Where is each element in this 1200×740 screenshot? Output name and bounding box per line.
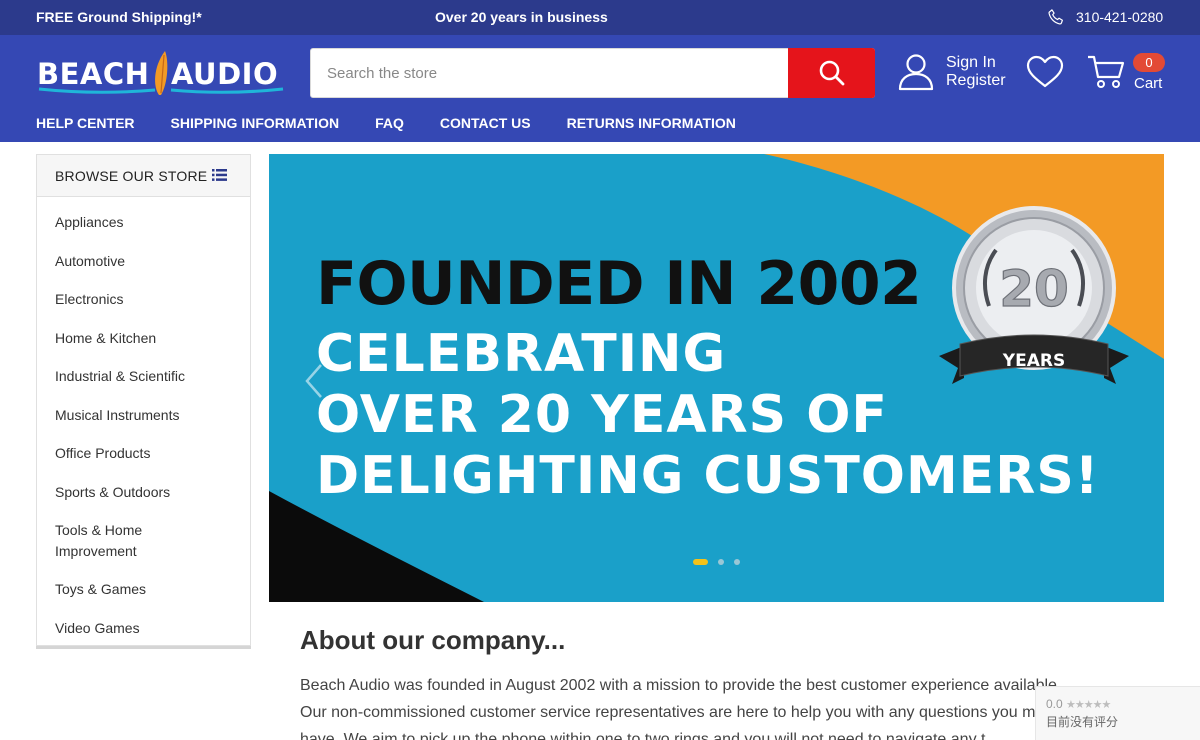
about-line: Our non-commissioned customer service re…	[300, 704, 1053, 721]
category-list: Appliances Automotive Electronics Home &…	[37, 197, 250, 647]
carousel-dot-2[interactable]	[718, 559, 724, 565]
rating-widget[interactable]: 0.0 ★★★★★ 目前没有评分	[1035, 686, 1200, 740]
category-sidebar: BROWSE OUR STORE Appliances Automotive E…	[36, 154, 251, 646]
search-button[interactable]	[788, 48, 875, 98]
beach-audio-logo[interactable]: BEACH AUDIO	[37, 49, 287, 97]
category-toys-games[interactable]: Toys & Games	[37, 570, 250, 609]
category-video-games[interactable]: Video Games	[37, 609, 250, 648]
category-appliances[interactable]: Appliances	[37, 203, 250, 242]
hero-carousel[interactable]: FOUNDED IN 2002 CELEBRATING OVER 20 YEAR…	[269, 154, 1164, 602]
years-in-business-text: Over 20 years in business	[435, 9, 608, 25]
wishlist-button[interactable]	[1026, 55, 1064, 89]
list-icon	[212, 169, 227, 181]
cart-count-badge: 0	[1133, 53, 1165, 72]
cart-icon	[1088, 55, 1125, 88]
sign-in-link[interactable]: Sign In	[946, 54, 1006, 72]
svg-text:AUDIO: AUDIO	[171, 57, 278, 91]
nav-faq[interactable]: FAQ	[375, 115, 404, 131]
phone-number: 310-421-0280	[1076, 9, 1164, 25]
search-box	[310, 48, 875, 98]
cart-button[interactable]: 0 Cart	[1087, 52, 1167, 94]
anniversary-badge: 20 YEARS	[939, 206, 1129, 384]
category-home-kitchen[interactable]: Home & Kitchen	[37, 319, 250, 358]
badge-number: 20	[999, 260, 1069, 318]
user-icon	[898, 54, 934, 91]
top-announcement-bar: FREE Ground Shipping!* Over 20 years in …	[0, 0, 1200, 35]
sidebar-title: BROWSE OUR STORE	[55, 168, 208, 184]
category-office-products[interactable]: Office Products	[37, 434, 250, 473]
svg-text:BEACH: BEACH	[37, 57, 149, 91]
sidebar-header[interactable]: BROWSE OUR STORE	[37, 155, 250, 197]
nav-shipping-information[interactable]: SHIPPING INFORMATION	[171, 115, 340, 131]
free-shipping-text: FREE Ground Shipping!*	[36, 9, 202, 25]
category-sports-outdoors[interactable]: Sports & Outdoors	[37, 473, 250, 512]
category-automotive[interactable]: Automotive	[37, 242, 250, 281]
hero-line-2: OVER 20 YEARS OF	[316, 385, 888, 445]
category-tools-home-improvement[interactable]: Tools & Home Improvement	[37, 511, 187, 570]
carousel-dots	[693, 559, 750, 565]
nav-returns-information[interactable]: RETURNS INFORMATION	[567, 115, 736, 131]
account-link[interactable]: Sign In Register	[898, 53, 1006, 91]
rating-stars-icon: ★★★★★	[1066, 699, 1111, 711]
carousel-dot-3[interactable]	[734, 559, 740, 565]
hero-line-1: CELEBRATING	[316, 324, 727, 384]
site-header: BEACH AUDIO Sign In Register	[0, 35, 1200, 142]
cart-label: Cart	[1134, 75, 1163, 92]
carousel-dot-1[interactable]	[693, 559, 708, 565]
category-musical-instruments[interactable]: Musical Instruments	[37, 396, 250, 435]
heart-icon	[1026, 55, 1064, 88]
phone-icon	[1048, 9, 1063, 25]
search-icon	[819, 60, 844, 86]
badge-label: YEARS	[1002, 351, 1065, 371]
nav-contact-us[interactable]: CONTACT US	[440, 115, 531, 131]
search-input[interactable]	[311, 49, 789, 97]
rating-message: 目前没有评分	[1046, 715, 1119, 729]
rating-score: 0.0	[1046, 697, 1063, 711]
about-line: Beach Audio was founded in August 2002 w…	[300, 677, 1062, 694]
register-link[interactable]: Register	[946, 72, 1006, 90]
nav-help-center[interactable]: HELP CENTER	[36, 115, 135, 131]
category-electronics[interactable]: Electronics	[37, 280, 250, 319]
hero-headline: FOUNDED IN 2002	[316, 249, 922, 319]
main-navigation: HELP CENTER SHIPPING INFORMATION FAQ CON…	[36, 115, 772, 131]
about-heading: About our company...	[300, 625, 566, 655]
category-industrial-scientific[interactable]: Industrial & Scientific	[37, 357, 250, 396]
about-paragraph: Beach Audio was founded in August 2002 w…	[300, 672, 1160, 740]
hero-line-3: DELIGHTING CUSTOMERS!	[316, 446, 1100, 506]
phone-link[interactable]: 310-421-0280	[1047, 8, 1163, 26]
about-line: have. We aim to pick up the phone within…	[300, 731, 986, 740]
